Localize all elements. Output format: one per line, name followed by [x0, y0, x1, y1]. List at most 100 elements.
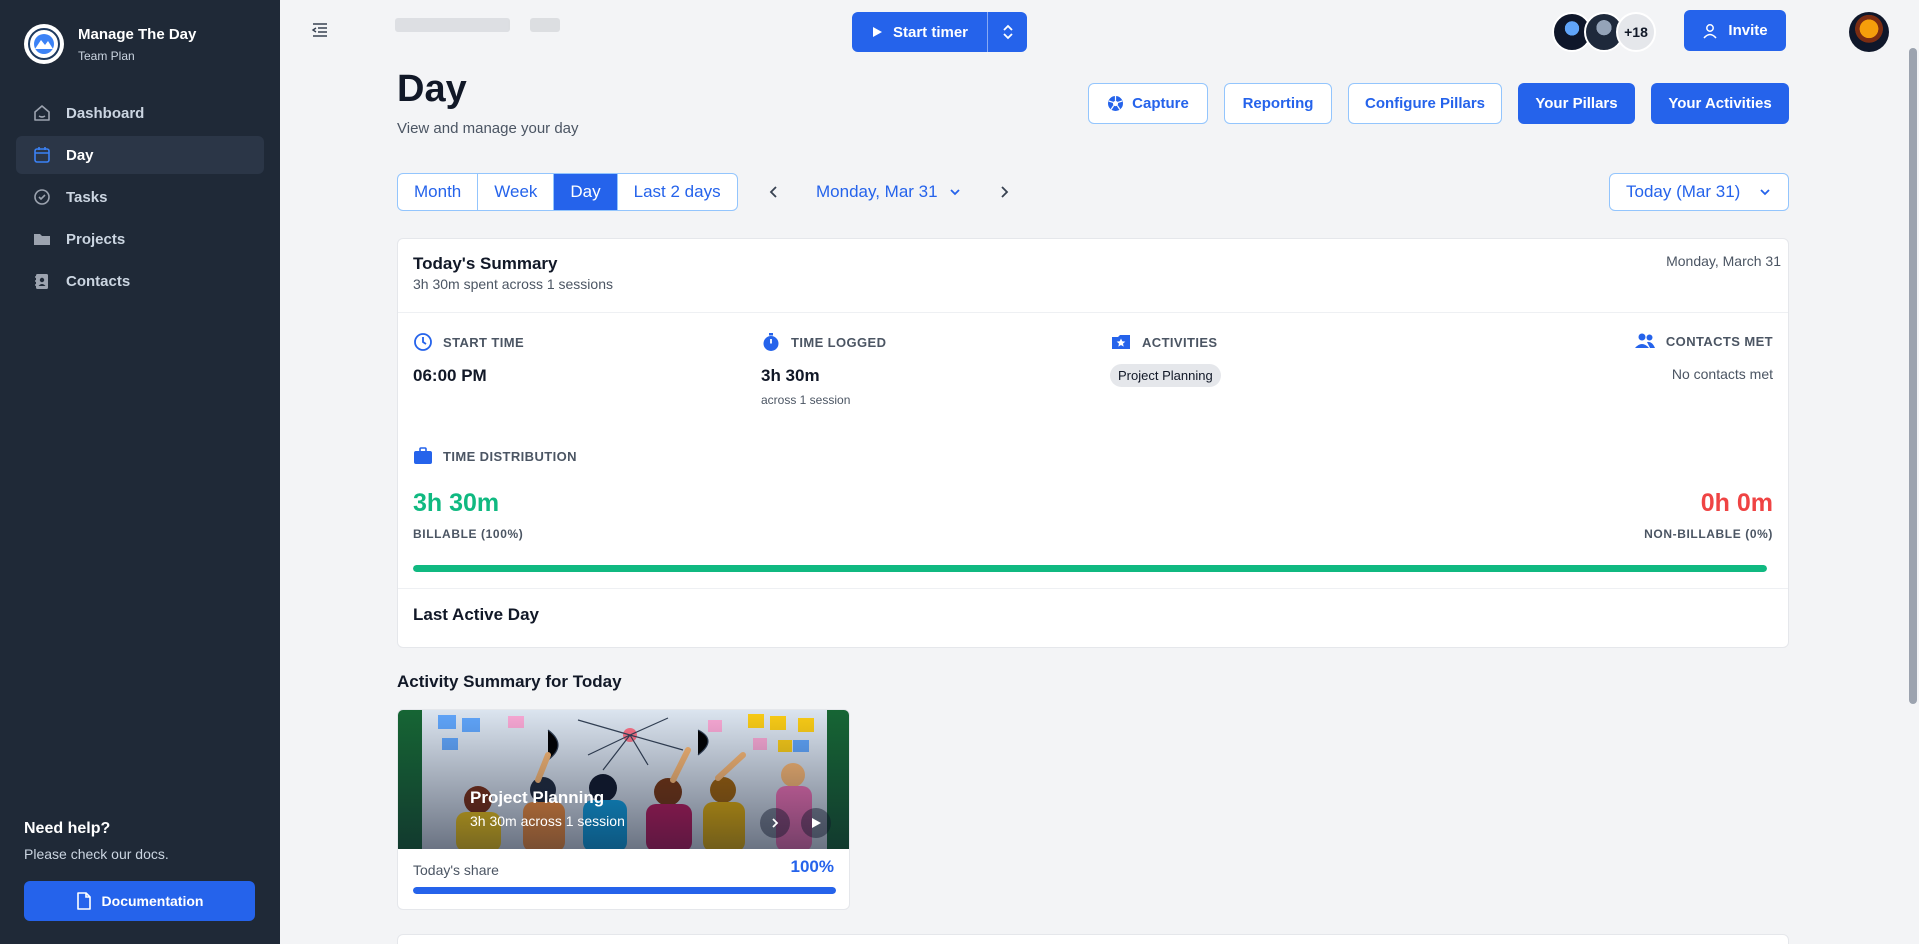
time-distribution-heading: TIME DISTRIBUTION [413, 446, 577, 466]
time-logged-label: TIME LOGGED [791, 334, 887, 350]
star-badge-icon [1112, 335, 1130, 349]
divider [398, 588, 1788, 589]
capture-button[interactable]: Capture [1088, 83, 1208, 124]
tab-last-2-days[interactable]: Last 2 days [618, 174, 737, 210]
briefcase-icon [414, 447, 432, 464]
todays-share-label: Today's share [413, 862, 499, 878]
sidebar-item-label: Tasks [66, 188, 108, 206]
view-range-tabs: Month Week Day Last 2 days [397, 173, 738, 211]
your-pillars-button[interactable]: Your Pillars [1518, 83, 1635, 124]
activity-next-button[interactable] [760, 808, 790, 838]
billable-label: BILLABLE (100%) [413, 527, 524, 541]
today-select[interactable]: Today (Mar 31) [1609, 173, 1789, 211]
date-navigator: Monday, Mar 31 [764, 180, 1014, 204]
next-section-card [397, 934, 1789, 944]
summary-title: Today's Summary [413, 254, 558, 273]
brand-logo-icon [24, 24, 64, 64]
chevron-down-icon [1760, 189, 1770, 196]
activity-card[interactable]: Project Planning 3h 30m across 1 session… [397, 709, 850, 910]
todays-summary-card: Today's Summary 3h 30m spent across 1 se… [397, 238, 1789, 648]
reporting-button[interactable]: Reporting [1224, 83, 1332, 124]
today-select-value: Today (Mar 31) [1626, 182, 1741, 201]
chevron-down-icon[interactable] [948, 185, 962, 199]
configure-pillars-button[interactable]: Configure Pillars [1348, 83, 1502, 124]
last-active-day-heading: Last Active Day [413, 605, 539, 624]
summary-subtitle: 3h 30m spent across 1 sessions [413, 276, 613, 292]
activities-stat: ACTIVITIES Project Planning [1110, 332, 1221, 387]
stopwatch-icon [763, 333, 779, 351]
activity-meta: 3h 30m across 1 session [470, 813, 625, 829]
time-logged-stat: TIME LOGGED 3h 30m across 1 session [761, 332, 886, 407]
team-avatars[interactable]: +18 [1552, 12, 1656, 52]
invite-button[interactable]: Invite [1684, 10, 1786, 51]
home-icon [34, 105, 50, 121]
divider [398, 312, 1788, 313]
time-logged-value: 3h 30m [761, 366, 820, 385]
billable-bar-fill [413, 565, 1767, 572]
chevron-left-icon[interactable] [764, 182, 784, 202]
sidebar-item-label: Contacts [66, 272, 131, 290]
non-billable-value: 0h 0m [1700, 489, 1773, 517]
start-time-stat: START TIME 06:00 PM [413, 332, 524, 386]
tab-day[interactable]: Day [554, 174, 618, 210]
contacts-met-label: CONTACTS MET [1665, 333, 1773, 349]
sidebar-collapse-icon[interactable] [310, 20, 330, 40]
start-time-label: START TIME [443, 334, 525, 350]
sidebar-nav: Dashboard Day Tasks Projects Contacts [16, 94, 264, 304]
contact-card-icon [35, 274, 48, 289]
folder-icon [34, 234, 50, 245]
breadcrumb-placeholder [395, 18, 560, 32]
sidebar: Manage The Day Team Plan Dashboard Day T… [0, 0, 280, 944]
contacts-met-value: No contacts met [1671, 366, 1773, 382]
your-activities-button[interactable]: Your Activities [1651, 83, 1789, 124]
page-title: Day [397, 68, 467, 110]
help-title: Need help? [24, 820, 111, 837]
sidebar-item-label: Dashboard [66, 104, 145, 122]
scrollbar-thumb[interactable] [1909, 48, 1917, 704]
start-timer-group: Start timer [852, 12, 1027, 52]
sidebar-item-dashboard[interactable]: Dashboard [16, 94, 264, 132]
reporting-label: Reporting [1242, 95, 1314, 112]
summary-date: Monday, March 31 [1666, 253, 1781, 269]
people-icon [1634, 333, 1655, 348]
user-avatar[interactable] [1849, 12, 1889, 52]
start-timer-label: Start timer [892, 23, 969, 41]
tab-month[interactable]: Month [398, 174, 479, 210]
timer-options-button[interactable] [987, 12, 1027, 52]
document-icon [76, 892, 91, 910]
documentation-label: Documentation [101, 893, 204, 909]
capture-label: Capture [1132, 95, 1189, 112]
time-distribution-bar [413, 565, 1767, 572]
sidebar-item-projects[interactable]: Projects [16, 220, 264, 258]
chevron-right-icon [772, 818, 779, 828]
sidebar-item-day[interactable]: Day [16, 136, 264, 174]
check-circle-icon [34, 189, 50, 205]
play-icon [812, 818, 821, 828]
sidebar-item-label: Projects [66, 230, 126, 248]
todays-share-bar-fill [413, 887, 836, 894]
start-time-value: 06:00 PM [413, 366, 487, 385]
start-timer-button[interactable]: Start timer [852, 12, 987, 52]
your-pillars-label: Your Pillars [1535, 95, 1618, 112]
help-text: Please check our docs. [24, 846, 169, 862]
activity-play-button[interactable] [801, 808, 831, 838]
avatars-more-count[interactable]: +18 [1616, 12, 1656, 52]
configure-pillars-label: Configure Pillars [1364, 95, 1486, 112]
sidebar-item-contacts[interactable]: Contacts [16, 262, 264, 300]
invite-label: Invite [1728, 22, 1768, 39]
brand[interactable]: Manage The Day Team Plan [24, 24, 196, 64]
clock-icon [414, 333, 432, 351]
billable-value: 3h 30m [413, 489, 500, 517]
app-name: Manage The Day [78, 25, 197, 43]
page-subtitle: View and manage your day [397, 120, 579, 137]
current-date-picker[interactable]: Monday, Mar 31 [816, 182, 938, 202]
time-logged-note: across 1 session [761, 393, 851, 407]
aperture-icon [1108, 96, 1124, 111]
activity-name: Project Planning [470, 788, 605, 807]
sidebar-item-label: Day [66, 146, 94, 164]
tab-week[interactable]: Week [478, 174, 555, 210]
chevron-right-icon[interactable] [994, 182, 1014, 202]
documentation-button[interactable]: Documentation [24, 881, 255, 921]
sidebar-item-tasks[interactable]: Tasks [16, 178, 264, 216]
activity-chip[interactable]: Project Planning [1110, 364, 1221, 387]
